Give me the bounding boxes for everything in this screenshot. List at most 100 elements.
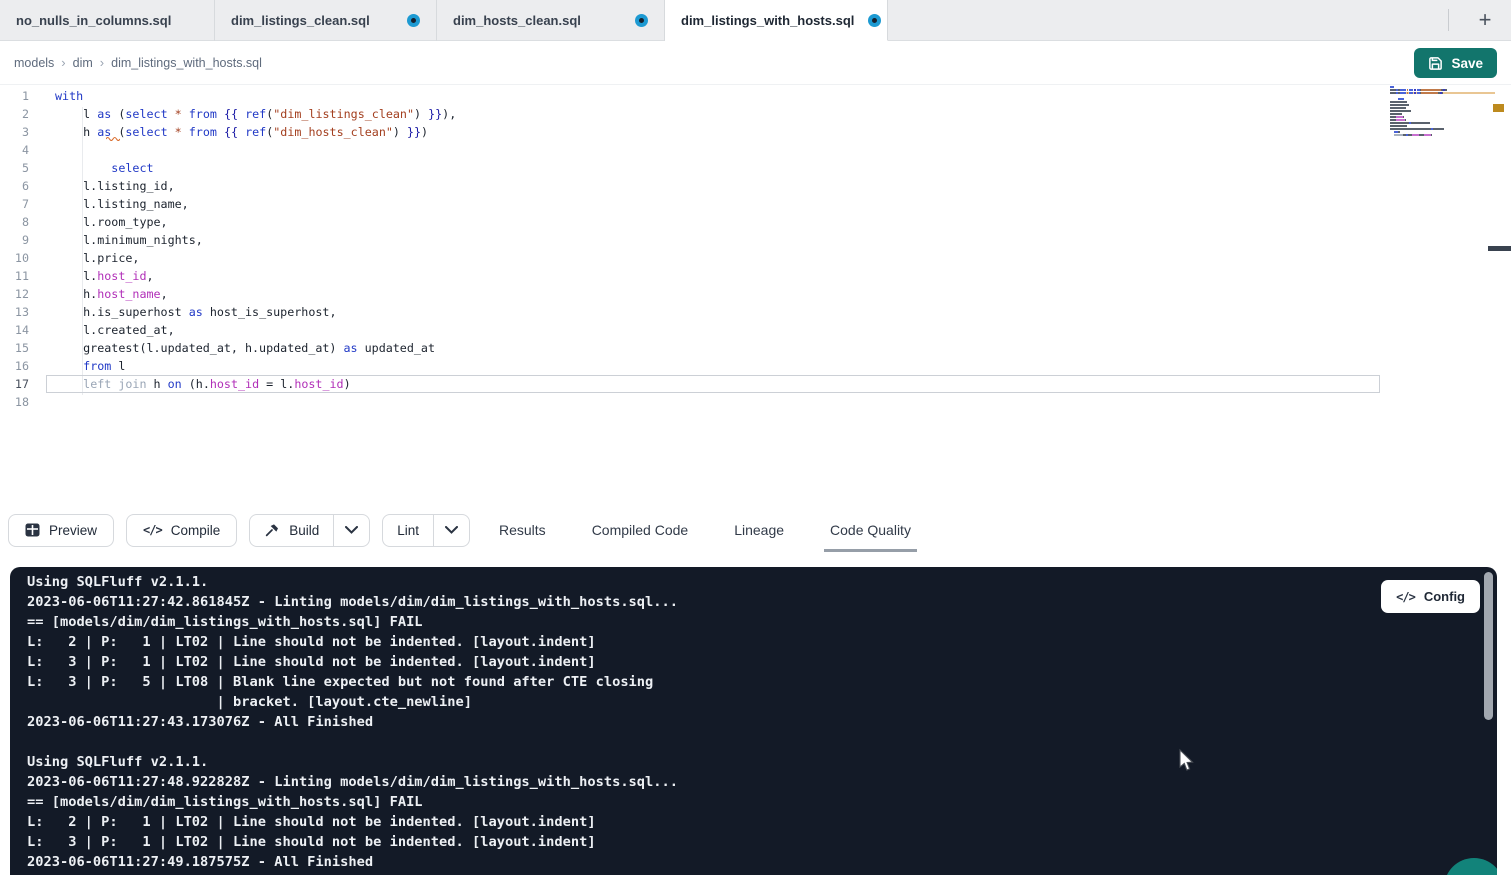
results-panel-tabs: Results Compiled Code Lineage Code Quality [493, 508, 917, 552]
editor-line[interactable]: 7 l.listing_name, [0, 195, 1511, 213]
editor-line[interactable]: 18 [0, 393, 1511, 411]
editor-line[interactable]: 12 h.host_name, [0, 285, 1511, 303]
overview-cursor-marker [1488, 246, 1511, 251]
minimap-line [1390, 98, 1495, 100]
code-text: l.room_type, [55, 213, 168, 231]
minimap-line [1390, 113, 1495, 115]
editor-line[interactable]: 10 l.price, [0, 249, 1511, 267]
lint-button[interactable]: Lint [383, 515, 433, 546]
code-text: l.price, [55, 249, 139, 267]
code-text: l.host_id, [55, 267, 154, 285]
editor-tabbar: no_nulls_in_columns.sqldim_listings_clea… [0, 0, 1511, 41]
terminal-line: L: 3 | P: 5 | LT08 | Blank line expected… [27, 672, 1463, 692]
save-button[interactable]: Save [1414, 48, 1497, 78]
minimap-line [1390, 101, 1495, 103]
editor-line[interactable]: 4 [0, 141, 1511, 159]
terminal-line [27, 732, 1463, 752]
code-text: l.created_at, [55, 321, 175, 339]
editor-line[interactable]: 8 l.room_type, [0, 213, 1511, 231]
unsaved-changes-icon[interactable] [635, 14, 648, 27]
editor-line[interactable]: 1with [0, 87, 1511, 105]
save-button-label: Save [1451, 56, 1483, 71]
panel-tab-code-quality[interactable]: Code Quality [824, 508, 917, 552]
editor-line[interactable]: 14 l.created_at, [0, 321, 1511, 339]
code-text: l.minimum_nights, [55, 231, 203, 249]
code-text: h.host_name, [55, 285, 168, 303]
line-number: 15 [0, 339, 29, 357]
terminal-line: 2023-06-06T11:27:49.187575Z - All Finish… [27, 852, 1463, 872]
terminal-line: 2023-06-06T11:27:48.922828Z - Linting mo… [27, 772, 1463, 792]
chevron-down-icon [345, 526, 358, 534]
line-number: 17 [0, 375, 29, 393]
editor-line[interactable]: 15 greatest(l.updated_at, h.updated_at) … [0, 339, 1511, 357]
terminal-scrollbar[interactable] [1484, 572, 1493, 720]
terminal-output: Using SQLFluff v2.1.1.2023-06-06T11:27:4… [27, 572, 1463, 872]
editor-line[interactable]: 17 left join h on (h.host_id = l.host_id… [0, 375, 1511, 393]
terminal-line: 2023-06-06T11:27:43.173076Z - All Finish… [27, 712, 1463, 732]
breadcrumb: models›dim›dim_listings_with_hosts.sql [14, 41, 262, 84]
code-text: greatest(l.updated_at, h.updated_at) as … [55, 339, 435, 357]
code-editor[interactable]: 1with2 l as (select * from {{ ref("dim_l… [0, 84, 1511, 508]
minimap-line [1390, 107, 1495, 109]
tab-dim_listings_clean-sql[interactable]: dim_listings_clean.sql [215, 0, 437, 41]
editor-line[interactable]: 13 h.is_superhost as host_is_superhost, [0, 303, 1511, 321]
build-dropdown-button[interactable] [333, 515, 369, 546]
build-button-group: Build [249, 514, 370, 547]
editor-line[interactable]: 6 l.listing_id, [0, 177, 1511, 195]
indent-guide [82, 107, 83, 395]
compile-button[interactable]: </> Compile [126, 514, 237, 547]
editor-line[interactable]: 5 select [0, 159, 1511, 177]
minimap-line [1390, 92, 1495, 94]
editor-line[interactable]: 11 l.host_id, [0, 267, 1511, 285]
config-button[interactable]: </> Config [1381, 580, 1480, 613]
tabbar-separator [1448, 9, 1449, 31]
minimap-line [1390, 137, 1495, 139]
code-text: left join h on (h.host_id = l.host_id) [55, 375, 351, 393]
terminal-line: == [models/dim/dim_listings_with_hosts.s… [27, 612, 1463, 632]
line-number: 8 [0, 213, 29, 231]
code-icon: </> [143, 523, 162, 537]
line-number: 16 [0, 357, 29, 375]
line-number: 6 [0, 177, 29, 195]
code-text: l.listing_id, [55, 177, 175, 195]
tab-dim_listings_with_hosts-sql[interactable]: dim_listings_with_hosts.sql [665, 0, 888, 41]
panel-tab-compiled-code[interactable]: Compiled Code [586, 508, 695, 552]
breadcrumb-segment: models [14, 56, 54, 70]
minimap-line [1390, 89, 1495, 91]
line-number: 12 [0, 285, 29, 303]
preview-button[interactable]: Preview [8, 514, 114, 547]
lint-squiggle [106, 136, 120, 141]
breadcrumb-segment: dim [73, 56, 93, 70]
table-grid-icon [25, 523, 40, 537]
panel-tab-results[interactable]: Results [493, 508, 552, 552]
line-number: 3 [0, 123, 29, 141]
line-number: 14 [0, 321, 29, 339]
line-number: 10 [0, 249, 29, 267]
minimap-line [1390, 95, 1495, 97]
editor-minimap[interactable] [1390, 86, 1495, 140]
panel-tab-lineage[interactable]: Lineage [728, 508, 790, 552]
build-button[interactable]: Build [250, 515, 333, 546]
lint-button-group: Lint [382, 514, 470, 547]
editor-line[interactable]: 3 h as (select * from {{ ref("dim_hosts_… [0, 123, 1511, 141]
breadcrumb-separator: › [100, 55, 104, 70]
unsaved-changes-icon[interactable] [407, 14, 420, 27]
terminal-line: 2023-06-06T11:27:42.861845Z - Linting mo… [27, 592, 1463, 612]
minimap-line [1390, 110, 1495, 112]
new-tab-button[interactable]: + [1467, 2, 1503, 38]
minimap-line [1390, 119, 1495, 121]
tabbar-rest: + [888, 0, 1511, 40]
editor-line[interactable]: 2 l as (select * from {{ ref("dim_listin… [0, 105, 1511, 123]
line-number: 2 [0, 105, 29, 123]
tab-no_nulls_in_columns-sql[interactable]: no_nulls_in_columns.sql [0, 0, 215, 41]
editor-line[interactable]: 9 l.minimum_nights, [0, 231, 1511, 249]
terminal-line: | bracket. [layout.cte_newline] [27, 692, 1463, 712]
save-icon [1428, 56, 1443, 71]
action-toolbar: Preview </> Compile Build Lint [0, 508, 1511, 552]
line-number: 9 [0, 231, 29, 249]
terminal-line: L: 2 | P: 1 | LT02 | Line should not be … [27, 812, 1463, 832]
unsaved-changes-icon[interactable] [868, 14, 881, 27]
tab-dim_hosts_clean-sql[interactable]: dim_hosts_clean.sql [437, 0, 665, 41]
lint-dropdown-button[interactable] [433, 515, 469, 546]
editor-line[interactable]: 16 from l [0, 357, 1511, 375]
